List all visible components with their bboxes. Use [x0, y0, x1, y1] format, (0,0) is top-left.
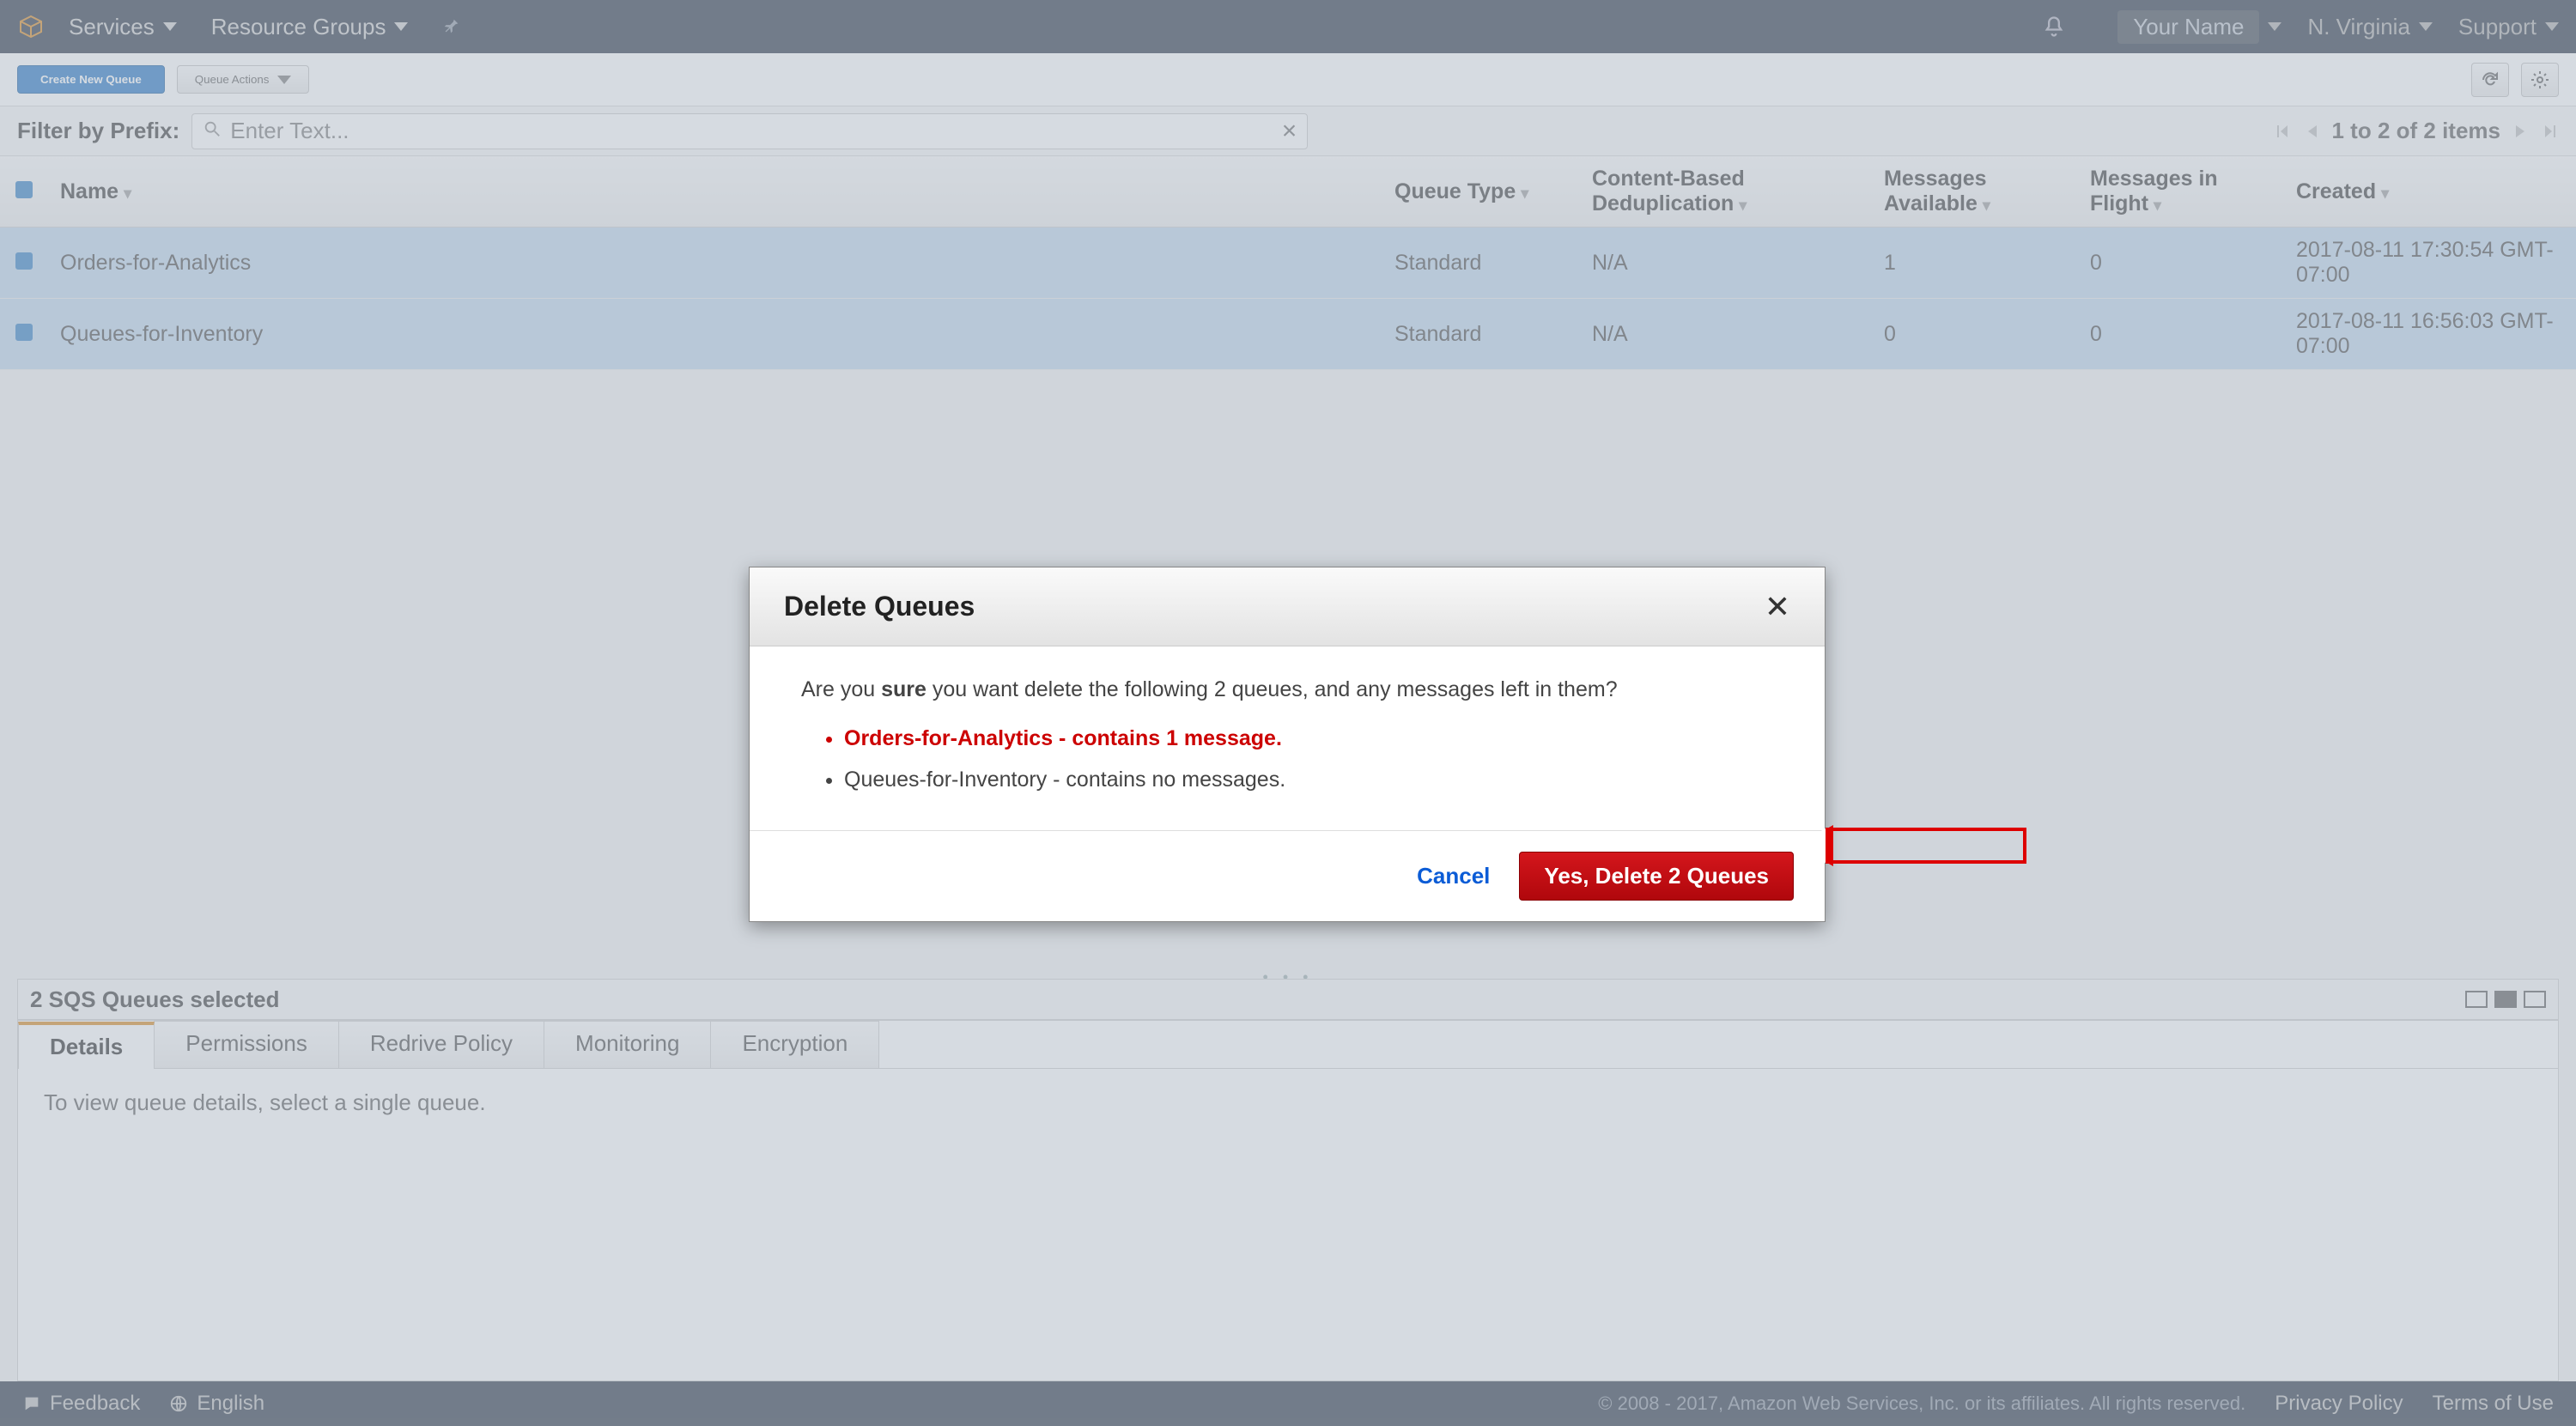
confirm-delete-button[interactable]: Yes, Delete 2 Queues: [1519, 852, 1794, 901]
modal-item-warning: Orders-for-Analytics - contains 1 messag…: [844, 723, 1773, 755]
delete-queues-modal: Delete Queues ✕ Are you sure you want de…: [749, 567, 1826, 922]
annotation-box: [1826, 828, 2026, 864]
modal-body: Are you sure you want delete the followi…: [750, 646, 1825, 830]
modal-title: Delete Queues: [784, 591, 975, 622]
modal-footer: Cancel Yes, Delete 2 Queues: [750, 830, 1825, 921]
cancel-button[interactable]: Cancel: [1417, 863, 1490, 889]
modal-item: Queues-for-Inventory - contains no messa…: [844, 764, 1773, 797]
modal-header: Delete Queues ✕: [750, 567, 1825, 646]
annotation-callout: [1795, 828, 2026, 864]
arrow-left-icon: [1795, 828, 1826, 863]
modal-intro: Are you sure you want delete the followi…: [801, 677, 1773, 702]
close-icon[interactable]: ✕: [1765, 589, 1790, 625]
